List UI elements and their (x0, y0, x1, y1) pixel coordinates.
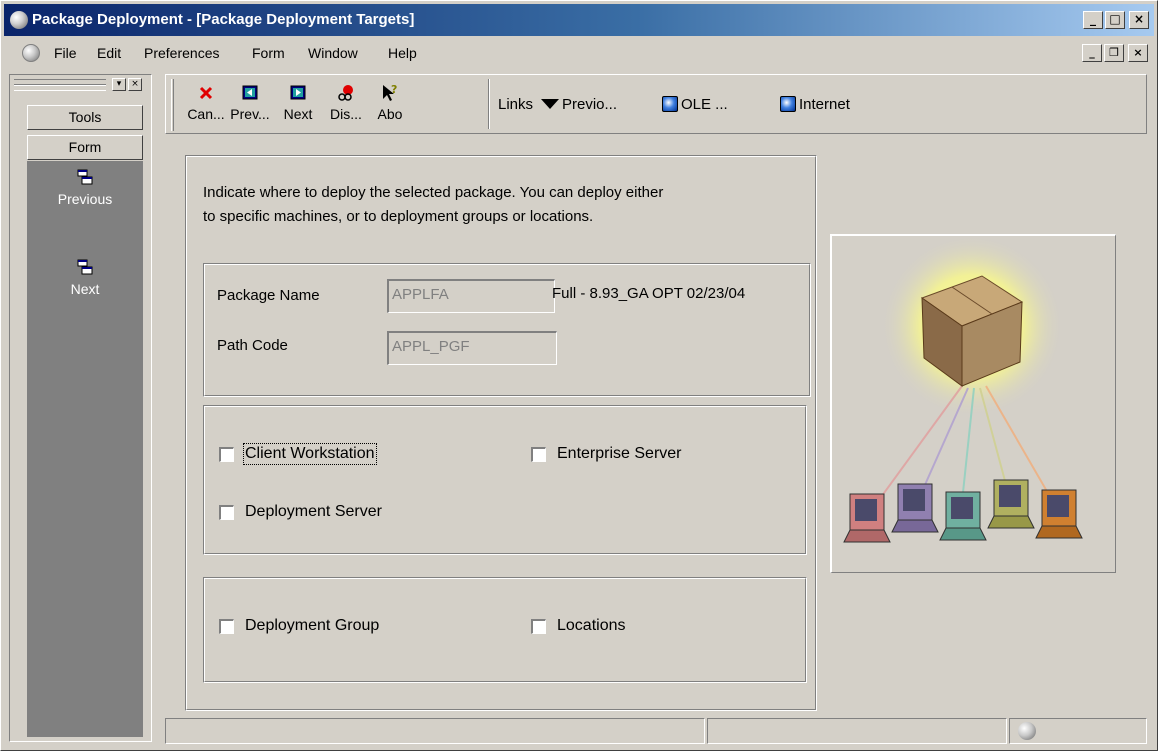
cancel-button[interactable]: Can... (186, 79, 226, 129)
close-button[interactable]: × (1129, 11, 1149, 29)
menu-form[interactable]: Form (252, 45, 285, 61)
about-help-icon: ? (383, 84, 397, 101)
client-workstation-label: Client Workstation (243, 443, 377, 465)
instructions-line-1: Indicate where to deploy the selected pa… (203, 184, 664, 201)
status-bar (165, 718, 1147, 744)
app-globe-icon[interactable] (10, 11, 28, 29)
about-label: Abo (377, 106, 403, 122)
form-area: Indicate where to deploy the selected pa… (165, 137, 1147, 713)
panel-dropdown-button[interactable]: ▾ (112, 78, 126, 91)
package-name-field[interactable]: APPLFA (387, 279, 555, 313)
svg-text:?: ? (391, 84, 397, 96)
mdi-minimize-button[interactable]: _ (1082, 44, 1102, 62)
display-icon (338, 85, 353, 101)
deployment-group-checkbox[interactable]: Deployment Group (219, 617, 379, 635)
deployment-server-label: Deployment Server (245, 503, 382, 520)
minimize-button[interactable]: _ (1083, 11, 1103, 29)
package-name-label: Package Name (217, 287, 320, 304)
status-panel-main (165, 718, 705, 744)
checkbox-box[interactable] (219, 618, 234, 634)
ole-icon (662, 96, 678, 112)
window-title: Package Deployment - [Package Deployment… (32, 11, 415, 28)
form-exits-list: Previous Next (27, 161, 143, 737)
toolbar-separator (488, 79, 490, 129)
menu-bar: File Edit Preferences Form Window Help _… (4, 39, 1154, 67)
checkbox-box[interactable] (531, 446, 546, 462)
nav-previous-label: Previous (57, 191, 113, 207)
maximize-button[interactable]: □ (1105, 11, 1125, 29)
package-description: Full - 8.93_GA OPT 02/23/04 (552, 285, 746, 302)
next-label: Next (283, 106, 313, 122)
enterprise-server-label: Enterprise Server (557, 445, 682, 462)
path-code-label: Path Code (217, 337, 288, 354)
previous-exit-label: Previo... (562, 96, 618, 113)
display-label: Dis... (330, 106, 362, 122)
nav-next[interactable]: Next (27, 259, 143, 297)
prev-icon (242, 85, 258, 100)
panel-close-button[interactable]: × (128, 78, 142, 91)
previous-exit-link[interactable]: Previo... (538, 96, 617, 113)
ole-link[interactable]: OLE ... (662, 96, 728, 113)
deployment-group-label: Deployment Group (245, 617, 380, 634)
previous-button[interactable]: Prev... (230, 79, 270, 129)
connection-globe-icon (1018, 722, 1036, 740)
menu-help[interactable]: Help (388, 45, 417, 61)
next-record-icon (290, 85, 306, 100)
next-button[interactable]: Next (278, 79, 318, 129)
toolbar: Can... Prev... Next Dis... ? Abo Links P… (165, 74, 1147, 134)
tab-form[interactable]: Form (27, 135, 143, 160)
menu-preferences[interactable]: Preferences (144, 45, 219, 61)
menu-window[interactable]: Window (308, 45, 358, 61)
internet-link[interactable]: Internet (780, 96, 850, 113)
checkbox-box[interactable] (531, 618, 546, 634)
about-button[interactable]: ? Abo (370, 79, 410, 129)
cancel-icon (199, 86, 213, 100)
previous-icon (77, 169, 93, 185)
machines-group (203, 405, 807, 555)
client-workstation-checkbox[interactable]: Client Workstation (219, 443, 377, 465)
internet-label: Internet (799, 96, 850, 113)
enterprise-server-checkbox[interactable]: Enterprise Server (531, 445, 682, 463)
checkbox-box[interactable] (219, 504, 234, 520)
display-button[interactable]: Dis... (326, 79, 366, 129)
menu-edit[interactable]: Edit (97, 45, 121, 61)
cancel-label: Can... (187, 106, 225, 122)
mdi-restore-button[interactable]: ❐ (1104, 44, 1124, 62)
ole-label: OLE ... (681, 96, 728, 113)
left-navigation-panel: ▾ × Tools Form Previous Next (9, 74, 152, 742)
panel-drag-handle[interactable] (14, 79, 106, 91)
nav-next-label: Next (70, 281, 100, 297)
arrow-down-icon (541, 99, 559, 109)
checkbox-box[interactable] (219, 446, 234, 462)
instructions-text: Indicate where to deploy the selected pa… (203, 181, 803, 229)
title-bar[interactable]: Package Deployment - [Package Deployment… (4, 4, 1154, 36)
path-code-field[interactable]: APPL_PGF (387, 331, 557, 365)
locations-checkbox[interactable]: Locations (531, 617, 626, 635)
document-globe-icon[interactable] (22, 44, 40, 62)
previous-label: Prev... (230, 106, 270, 122)
menu-file[interactable]: File (54, 45, 77, 61)
package-deployment-icon (843, 234, 1083, 543)
internet-icon (780, 96, 796, 112)
application-window: Package Deployment - [Package Deployment… (0, 0, 1158, 751)
locations-label: Locations (557, 617, 626, 634)
status-panel-right (1009, 718, 1147, 744)
links-label: Links (498, 96, 534, 113)
instructions-line-2: to specific machines, or to deployment g… (203, 208, 594, 225)
status-panel-middle (707, 718, 1007, 744)
deployment-server-checkbox[interactable]: Deployment Server (219, 503, 382, 521)
mdi-close-button[interactable]: × (1128, 44, 1148, 62)
nav-previous[interactable]: Previous (27, 169, 143, 207)
toolbar-grip[interactable] (171, 79, 174, 131)
tab-tools[interactable]: Tools (27, 105, 143, 130)
next-icon (77, 259, 93, 275)
package-deployment-illustration (830, 234, 1116, 573)
